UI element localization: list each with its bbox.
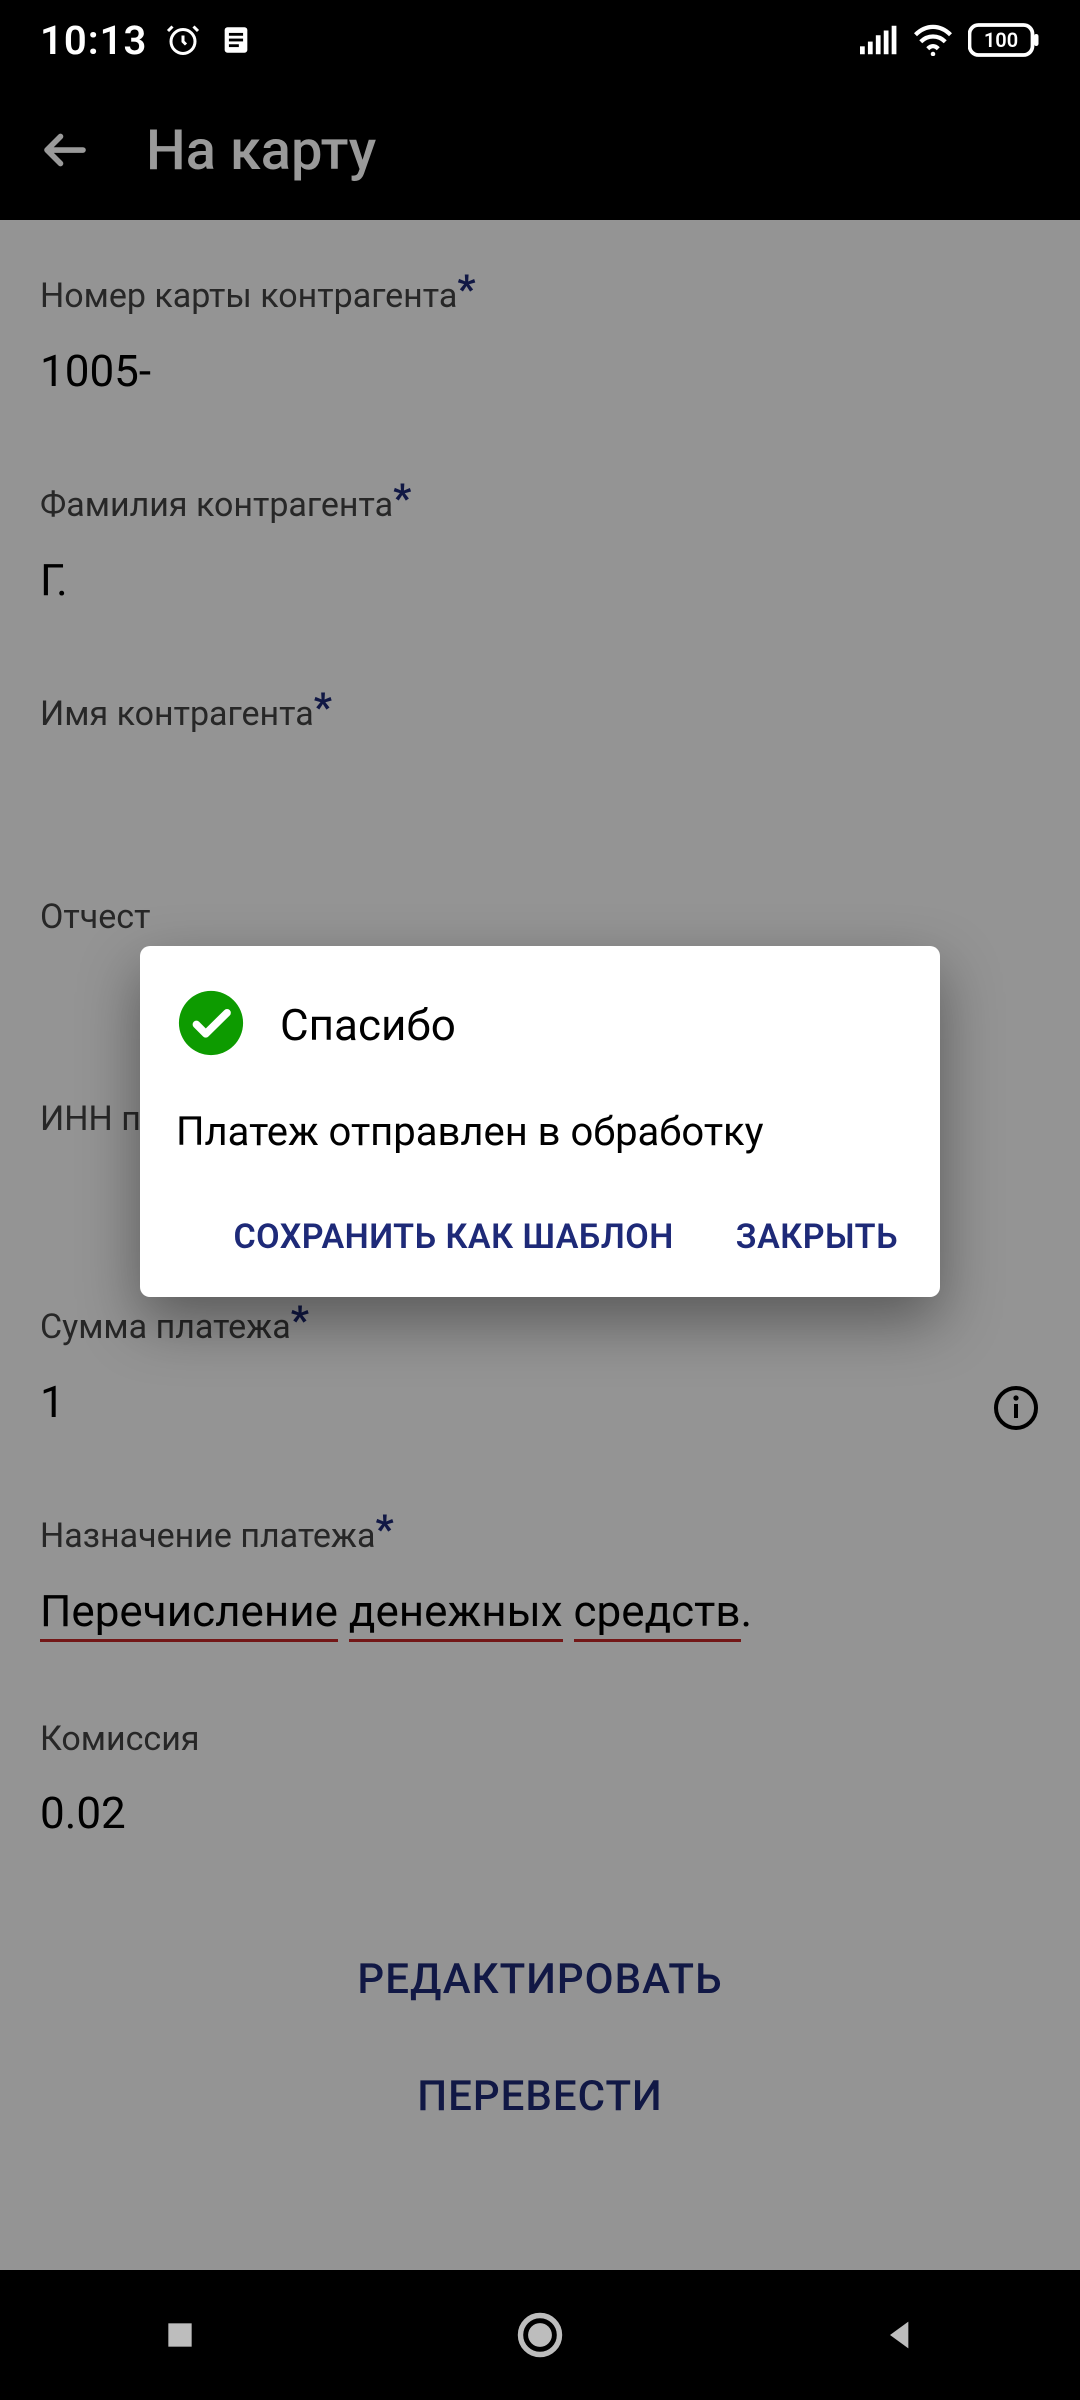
system-nav-bar <box>0 2270 1080 2400</box>
wifi-icon <box>912 24 954 56</box>
modal-scrim[interactable] <box>0 220 1080 2400</box>
back-button[interactable] <box>30 115 100 185</box>
alarm-icon <box>165 22 201 58</box>
back-nav-button[interactable] <box>810 2315 990 2355</box>
save-as-template-button[interactable]: СОХРАНИТЬ КАК ШАБЛОН <box>227 1201 679 1273</box>
checkmark-circle-icon <box>176 988 246 1062</box>
status-bar: 10:13 100 <box>0 0 1080 80</box>
success-dialog: Спасибо Платеж отправлен в обработку СОХ… <box>140 946 940 1297</box>
page-title: На карту <box>146 117 376 183</box>
dialog-message: Платеж отправлен в обработку <box>176 1108 904 1155</box>
app-bar: На карту <box>0 80 1080 220</box>
signal-icon <box>860 25 898 55</box>
battery-icon: 100 <box>968 22 1040 58</box>
dialog-title: Спасибо <box>280 999 456 1051</box>
battery-level: 100 <box>968 22 1034 58</box>
close-button[interactable]: ЗАКРЫТЬ <box>730 1201 904 1273</box>
note-icon <box>219 23 253 57</box>
status-time: 10:13 <box>40 17 147 64</box>
recent-apps-button[interactable] <box>90 2315 270 2355</box>
home-button[interactable] <box>450 2309 630 2361</box>
